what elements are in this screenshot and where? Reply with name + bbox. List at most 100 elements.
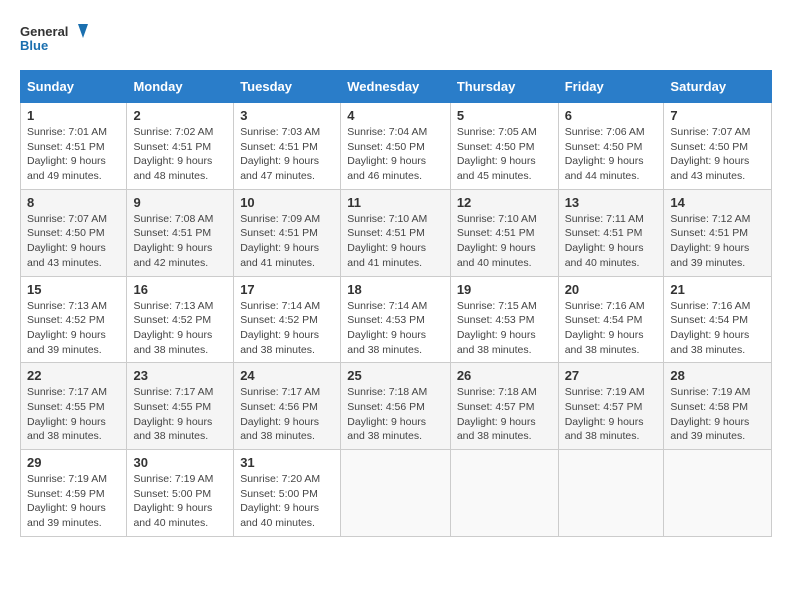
calendar-day-cell: 21 Sunrise: 7:16 AMSunset: 4:54 PMDaylig… — [664, 276, 772, 363]
day-number: 25 — [347, 368, 444, 383]
day-info: Sunrise: 7:04 AMSunset: 4:50 PMDaylight:… — [347, 126, 427, 182]
day-info: Sunrise: 7:11 AMSunset: 4:51 PMDaylight:… — [565, 213, 644, 269]
day-info: Sunrise: 7:01 AMSunset: 4:51 PMDaylight:… — [27, 126, 107, 182]
day-info: Sunrise: 7:10 AMSunset: 4:51 PMDaylight:… — [457, 213, 537, 269]
calendar-day-cell: 20 Sunrise: 7:16 AMSunset: 4:54 PMDaylig… — [558, 276, 664, 363]
day-number: 11 — [347, 195, 444, 210]
day-info: Sunrise: 7:13 AMSunset: 4:52 PMDaylight:… — [27, 300, 107, 356]
weekday-header-row: SundayMondayTuesdayWednesdayThursdayFrid… — [21, 71, 772, 103]
day-info: Sunrise: 7:09 AMSunset: 4:51 PMDaylight:… — [240, 213, 320, 269]
day-number: 30 — [133, 455, 227, 470]
logo-svg: General Blue — [20, 20, 90, 60]
day-info: Sunrise: 7:16 AMSunset: 4:54 PMDaylight:… — [670, 300, 750, 356]
weekday-header-cell: Thursday — [450, 71, 558, 103]
day-number: 21 — [670, 282, 765, 297]
calendar-week-row: 22 Sunrise: 7:17 AMSunset: 4:55 PMDaylig… — [21, 363, 772, 450]
calendar-day-cell: 25 Sunrise: 7:18 AMSunset: 4:56 PMDaylig… — [341, 363, 451, 450]
day-number: 23 — [133, 368, 227, 383]
calendar-day-cell: 1 Sunrise: 7:01 AMSunset: 4:51 PMDayligh… — [21, 103, 127, 190]
day-info: Sunrise: 7:14 AMSunset: 4:53 PMDaylight:… — [347, 300, 427, 356]
day-info: Sunrise: 7:02 AMSunset: 4:51 PMDaylight:… — [133, 126, 213, 182]
day-number: 9 — [133, 195, 227, 210]
calendar-day-cell: 29 Sunrise: 7:19 AMSunset: 4:59 PMDaylig… — [21, 450, 127, 537]
day-number: 19 — [457, 282, 552, 297]
svg-text:Blue: Blue — [20, 38, 48, 53]
day-number: 26 — [457, 368, 552, 383]
calendar-day-cell: 13 Sunrise: 7:11 AMSunset: 4:51 PMDaylig… — [558, 189, 664, 276]
day-number: 29 — [27, 455, 120, 470]
svg-text:General: General — [20, 24, 68, 39]
day-info: Sunrise: 7:07 AMSunset: 4:50 PMDaylight:… — [27, 213, 107, 269]
calendar-week-row: 29 Sunrise: 7:19 AMSunset: 4:59 PMDaylig… — [21, 450, 772, 537]
weekday-header-cell: Saturday — [664, 71, 772, 103]
calendar-day-cell: 12 Sunrise: 7:10 AMSunset: 4:51 PMDaylig… — [450, 189, 558, 276]
calendar-day-cell: 4 Sunrise: 7:04 AMSunset: 4:50 PMDayligh… — [341, 103, 451, 190]
calendar-body: 1 Sunrise: 7:01 AMSunset: 4:51 PMDayligh… — [21, 103, 772, 537]
calendar-week-row: 8 Sunrise: 7:07 AMSunset: 4:50 PMDayligh… — [21, 189, 772, 276]
day-info: Sunrise: 7:15 AMSunset: 4:53 PMDaylight:… — [457, 300, 537, 356]
calendar-day-cell: 31 Sunrise: 7:20 AMSunset: 5:00 PMDaylig… — [234, 450, 341, 537]
day-number: 17 — [240, 282, 334, 297]
calendar-day-cell: 30 Sunrise: 7:19 AMSunset: 5:00 PMDaylig… — [127, 450, 234, 537]
day-number: 4 — [347, 108, 444, 123]
calendar-day-cell: 26 Sunrise: 7:18 AMSunset: 4:57 PMDaylig… — [450, 363, 558, 450]
calendar-day-cell: 19 Sunrise: 7:15 AMSunset: 4:53 PMDaylig… — [450, 276, 558, 363]
calendar-day-cell: 14 Sunrise: 7:12 AMSunset: 4:51 PMDaylig… — [664, 189, 772, 276]
day-info: Sunrise: 7:12 AMSunset: 4:51 PMDaylight:… — [670, 213, 750, 269]
day-info: Sunrise: 7:19 AMSunset: 5:00 PMDaylight:… — [133, 473, 213, 529]
calendar-day-cell: 3 Sunrise: 7:03 AMSunset: 4:51 PMDayligh… — [234, 103, 341, 190]
calendar-week-row: 15 Sunrise: 7:13 AMSunset: 4:52 PMDaylig… — [21, 276, 772, 363]
logo: General Blue — [20, 20, 90, 60]
day-number: 24 — [240, 368, 334, 383]
day-info: Sunrise: 7:06 AMSunset: 4:50 PMDaylight:… — [565, 126, 645, 182]
day-info: Sunrise: 7:18 AMSunset: 4:56 PMDaylight:… — [347, 386, 427, 442]
day-number: 10 — [240, 195, 334, 210]
day-number: 15 — [27, 282, 120, 297]
day-number: 1 — [27, 108, 120, 123]
calendar-day-cell: 5 Sunrise: 7:05 AMSunset: 4:50 PMDayligh… — [450, 103, 558, 190]
calendar-day-cell: 11 Sunrise: 7:10 AMSunset: 4:51 PMDaylig… — [341, 189, 451, 276]
calendar-day-cell: 10 Sunrise: 7:09 AMSunset: 4:51 PMDaylig… — [234, 189, 341, 276]
day-info: Sunrise: 7:13 AMSunset: 4:52 PMDaylight:… — [133, 300, 213, 356]
day-info: Sunrise: 7:14 AMSunset: 4:52 PMDaylight:… — [240, 300, 320, 356]
calendar-day-cell: 28 Sunrise: 7:19 AMSunset: 4:58 PMDaylig… — [664, 363, 772, 450]
day-number: 3 — [240, 108, 334, 123]
day-info: Sunrise: 7:16 AMSunset: 4:54 PMDaylight:… — [565, 300, 645, 356]
weekday-header-cell: Sunday — [21, 71, 127, 103]
calendar-day-cell: 7 Sunrise: 7:07 AMSunset: 4:50 PMDayligh… — [664, 103, 772, 190]
day-info: Sunrise: 7:10 AMSunset: 4:51 PMDaylight:… — [347, 213, 427, 269]
day-number: 13 — [565, 195, 658, 210]
day-info: Sunrise: 7:19 AMSunset: 4:59 PMDaylight:… — [27, 473, 107, 529]
calendar-table: SundayMondayTuesdayWednesdayThursdayFrid… — [20, 70, 772, 537]
calendar-day-cell: 22 Sunrise: 7:17 AMSunset: 4:55 PMDaylig… — [21, 363, 127, 450]
calendar-day-cell: 23 Sunrise: 7:17 AMSunset: 4:55 PMDaylig… — [127, 363, 234, 450]
day-number: 14 — [670, 195, 765, 210]
calendar-week-row: 1 Sunrise: 7:01 AMSunset: 4:51 PMDayligh… — [21, 103, 772, 190]
day-number: 27 — [565, 368, 658, 383]
day-number: 18 — [347, 282, 444, 297]
day-number: 12 — [457, 195, 552, 210]
day-info: Sunrise: 7:17 AMSunset: 4:56 PMDaylight:… — [240, 386, 320, 442]
day-info: Sunrise: 7:18 AMSunset: 4:57 PMDaylight:… — [457, 386, 537, 442]
day-number: 5 — [457, 108, 552, 123]
calendar-day-cell: 2 Sunrise: 7:02 AMSunset: 4:51 PMDayligh… — [127, 103, 234, 190]
day-number: 20 — [565, 282, 658, 297]
calendar-day-cell: 8 Sunrise: 7:07 AMSunset: 4:50 PMDayligh… — [21, 189, 127, 276]
day-info: Sunrise: 7:03 AMSunset: 4:51 PMDaylight:… — [240, 126, 320, 182]
day-number: 2 — [133, 108, 227, 123]
day-number: 7 — [670, 108, 765, 123]
page-header: General Blue — [20, 20, 772, 60]
calendar-day-cell: 16 Sunrise: 7:13 AMSunset: 4:52 PMDaylig… — [127, 276, 234, 363]
calendar-day-cell: 18 Sunrise: 7:14 AMSunset: 4:53 PMDaylig… — [341, 276, 451, 363]
day-number: 8 — [27, 195, 120, 210]
weekday-header-cell: Friday — [558, 71, 664, 103]
day-info: Sunrise: 7:17 AMSunset: 4:55 PMDaylight:… — [27, 386, 107, 442]
day-number: 6 — [565, 108, 658, 123]
calendar-day-cell: 24 Sunrise: 7:17 AMSunset: 4:56 PMDaylig… — [234, 363, 341, 450]
day-info: Sunrise: 7:19 AMSunset: 4:58 PMDaylight:… — [670, 386, 750, 442]
day-info: Sunrise: 7:05 AMSunset: 4:50 PMDaylight:… — [457, 126, 537, 182]
calendar-day-cell: 27 Sunrise: 7:19 AMSunset: 4:57 PMDaylig… — [558, 363, 664, 450]
calendar-day-cell — [341, 450, 451, 537]
day-info: Sunrise: 7:08 AMSunset: 4:51 PMDaylight:… — [133, 213, 213, 269]
weekday-header-cell: Wednesday — [341, 71, 451, 103]
